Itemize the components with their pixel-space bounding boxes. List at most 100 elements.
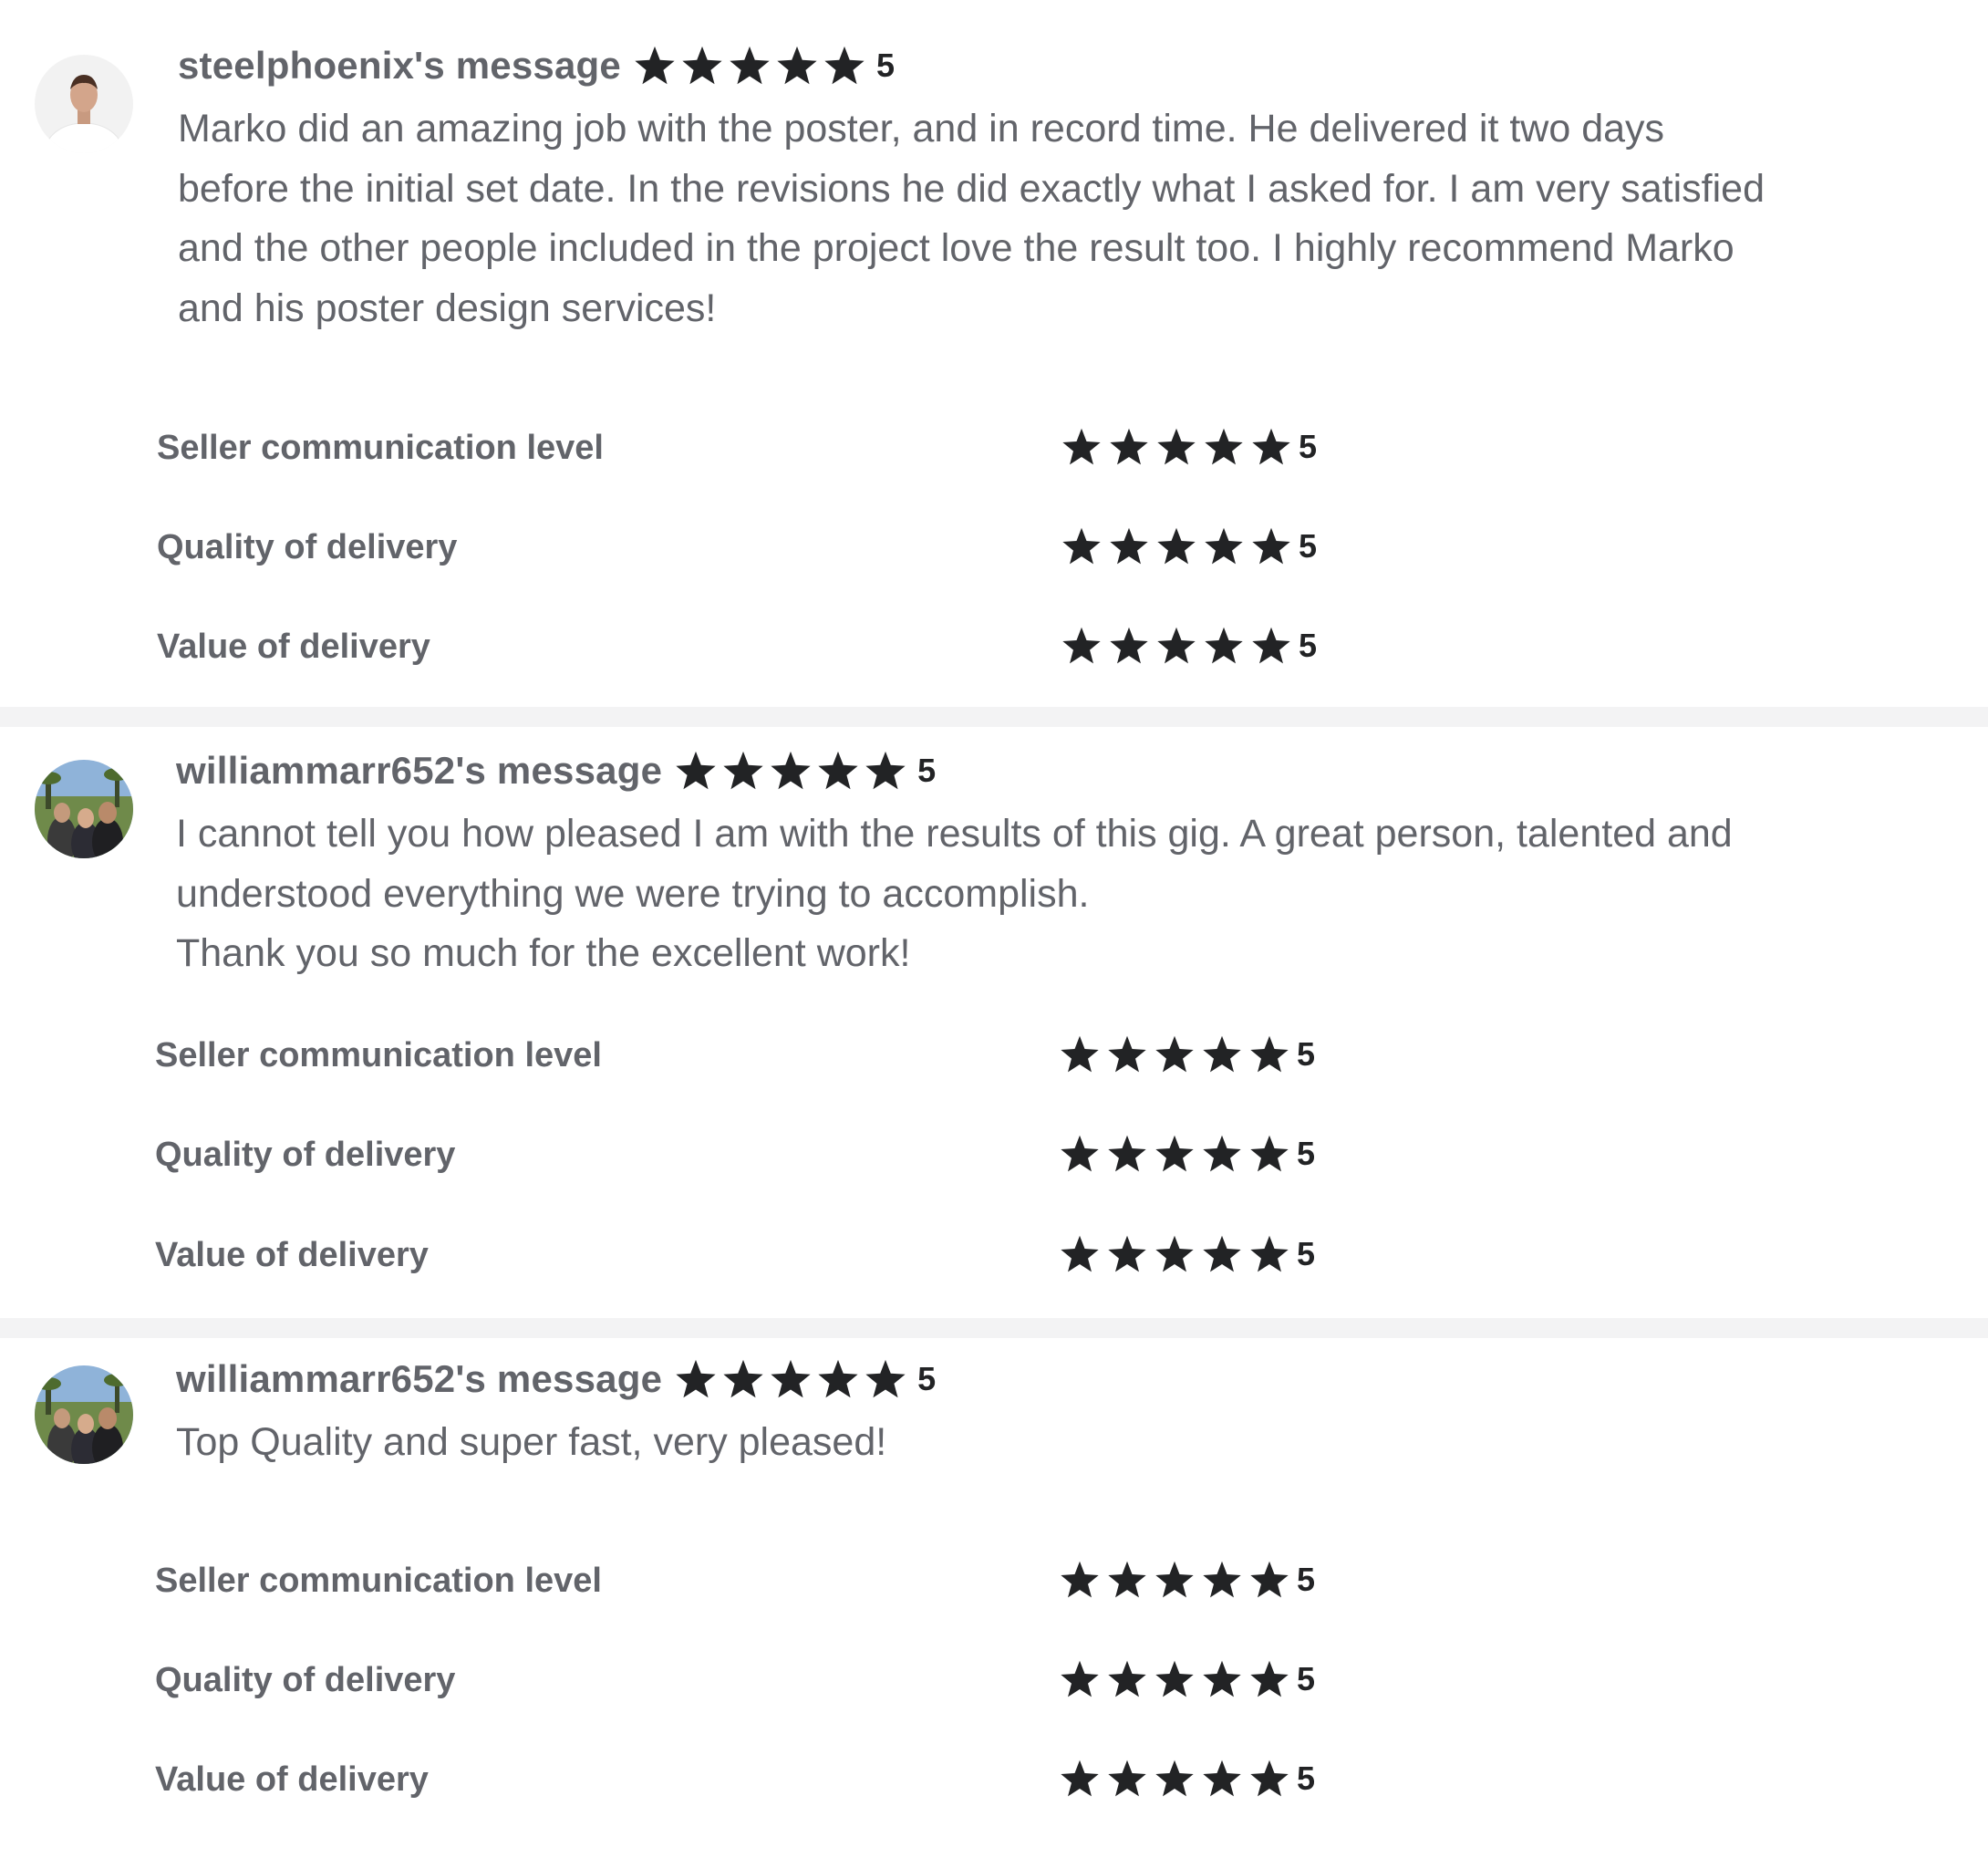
rating-stars: 5 <box>1060 1134 1315 1174</box>
star-icon <box>1249 1234 1289 1274</box>
rating-label: Seller communication level <box>157 429 604 467</box>
overall-rating-score: 5 <box>917 1360 937 1397</box>
star-icon <box>1107 1659 1147 1699</box>
star-icon <box>1060 1034 1100 1074</box>
rating-row: Quality of delivery 5 <box>0 1654 1988 1708</box>
star-icon <box>1060 1659 1100 1699</box>
review-text-line: understood everything we were trying to … <box>176 871 1090 916</box>
star-icon <box>1156 427 1196 467</box>
review-text-line: Top Quality and super fast, very pleased… <box>176 1420 887 1464</box>
overall-rating-stars: 5 <box>675 1358 936 1400</box>
star-icon <box>675 1358 717 1400</box>
review-card: williammarr652's message 5 Top Quality a… <box>0 1338 1988 1858</box>
rating-row: Quality of delivery 5 <box>0 1128 1988 1183</box>
star-icon <box>1154 1034 1195 1074</box>
star-icon <box>1061 427 1102 467</box>
rating-score: 5 <box>1297 1035 1316 1073</box>
star-icon <box>823 45 865 87</box>
review-text: Marko did an amazing job with the poster… <box>178 99 1765 338</box>
username[interactable]: williammarr652's message <box>176 1357 662 1401</box>
star-icon <box>1249 1759 1289 1799</box>
review-card: williammarr652's message 5 I cannot tell… <box>0 727 1988 1318</box>
username[interactable]: williammarr652's message <box>176 749 662 793</box>
star-icon <box>1109 626 1149 666</box>
rating-score: 5 <box>1297 1235 1316 1272</box>
rating-stars: 5 <box>1061 526 1317 566</box>
rating-row: Quality of delivery 5 <box>0 521 1988 576</box>
rating-score: 5 <box>1299 627 1318 664</box>
rating-score: 5 <box>1297 1561 1316 1598</box>
star-icon <box>634 45 676 87</box>
star-icon <box>681 45 723 87</box>
star-icon <box>1251 626 1291 666</box>
star-icon <box>1154 1134 1195 1174</box>
star-icon <box>1107 1560 1147 1600</box>
overall-rating-score: 5 <box>875 47 895 84</box>
rating-score: 5 <box>1297 1660 1316 1697</box>
avatar[interactable] <box>35 760 133 858</box>
rating-label: Value of delivery <box>157 628 430 666</box>
review-text-line: and the other people included in the pro… <box>178 226 1734 270</box>
star-icon <box>1249 1134 1289 1174</box>
star-icon <box>1154 1659 1195 1699</box>
rating-row: Value of delivery 5 <box>0 620 1988 675</box>
rating-label: Value of delivery <box>155 1760 429 1799</box>
rating-row: Value of delivery 5 <box>0 1229 1988 1283</box>
star-icon <box>1251 526 1291 566</box>
star-icon <box>722 1358 764 1400</box>
star-icon <box>1109 427 1149 467</box>
rating-label: Quality of delivery <box>157 528 458 566</box>
star-icon <box>1249 1659 1289 1699</box>
star-icon <box>1202 1034 1242 1074</box>
avatar[interactable] <box>35 55 133 153</box>
star-icon <box>1202 1659 1242 1699</box>
rating-stars: 5 <box>1060 1759 1315 1799</box>
star-icon <box>1060 1759 1100 1799</box>
star-icon <box>776 45 818 87</box>
star-icon <box>722 750 764 792</box>
star-icon <box>1202 1560 1242 1600</box>
star-icon <box>1249 1034 1289 1074</box>
star-icon <box>1154 1560 1195 1600</box>
rating-row: Seller communication level 5 <box>0 1554 1988 1609</box>
review-separator <box>0 707 1988 727</box>
star-icon <box>1107 1759 1147 1799</box>
star-icon <box>1060 1234 1100 1274</box>
review-text-line: Marko did an amazing job with the poster… <box>178 107 1665 151</box>
review-text-line: before the initial set date. In the revi… <box>178 166 1765 211</box>
rating-stars: 5 <box>1060 1234 1315 1274</box>
star-icon <box>1154 1234 1195 1274</box>
star-icon <box>1061 526 1102 566</box>
rating-score: 5 <box>1297 1135 1316 1172</box>
star-icon <box>1202 1134 1242 1174</box>
review-text-line: Thank you so much for the excellent work… <box>176 931 911 975</box>
star-icon <box>1204 626 1244 666</box>
star-icon <box>1202 1234 1242 1274</box>
star-icon <box>675 750 717 792</box>
star-icon <box>1107 1134 1147 1174</box>
rating-row: Seller communication level 5 <box>0 421 1988 476</box>
review-header: steelphoenix's message 5 <box>178 44 895 88</box>
review-card: steelphoenix's message 5 Marko did an am… <box>0 0 1988 707</box>
overall-rating-stars: 5 <box>675 750 936 792</box>
rating-row: Value of delivery 5 <box>0 1753 1988 1808</box>
rating-score: 5 <box>1297 1759 1316 1797</box>
review-text-line: I cannot tell you how pleased I am with … <box>176 812 1733 856</box>
rating-label: Quality of delivery <box>155 1661 456 1699</box>
star-icon <box>1156 626 1196 666</box>
review-header: williammarr652's message 5 <box>176 749 936 793</box>
star-icon <box>1060 1134 1100 1174</box>
username[interactable]: steelphoenix's message <box>178 44 621 88</box>
star-icon <box>817 1358 859 1400</box>
rating-score: 5 <box>1299 527 1318 565</box>
star-icon <box>1156 526 1196 566</box>
rating-score: 5 <box>1299 428 1318 465</box>
star-icon <box>1061 626 1102 666</box>
review-text: Top Quality and super fast, very pleased… <box>176 1413 886 1473</box>
rating-label: Quality of delivery <box>155 1136 456 1174</box>
avatar[interactable] <box>35 1365 133 1464</box>
rating-stars: 5 <box>1061 626 1317 666</box>
star-icon <box>1107 1034 1147 1074</box>
overall-rating-score: 5 <box>917 752 937 789</box>
rating-label: Seller communication level <box>155 1562 602 1600</box>
